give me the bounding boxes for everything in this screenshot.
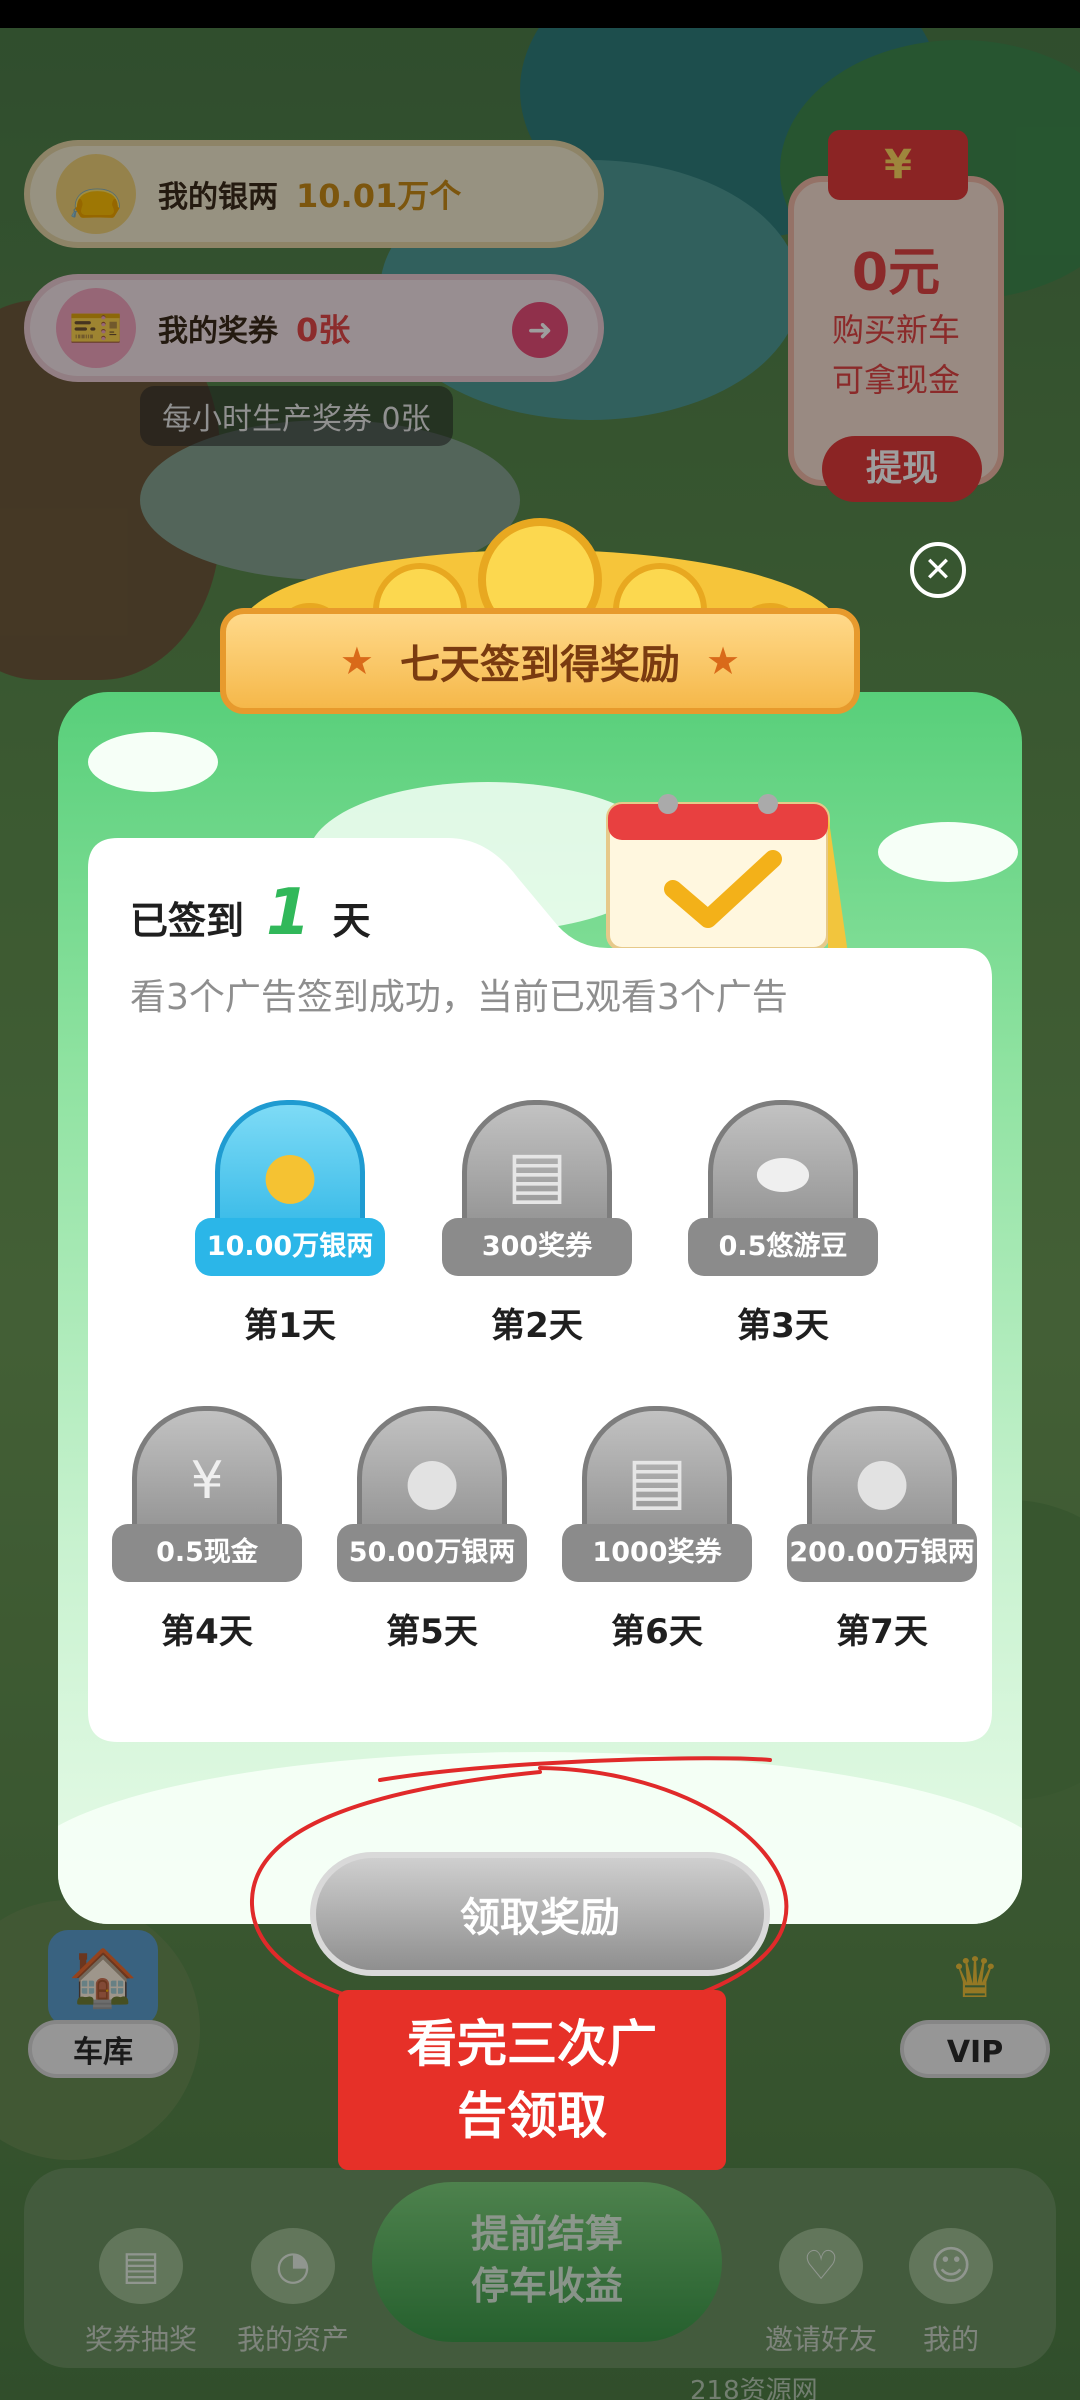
reward-amount: 10.00万银两: [195, 1218, 385, 1276]
day-label: 第3天: [737, 1306, 829, 1346]
day-reward-5: ● 50.00万银两 第5天: [337, 1406, 527, 1653]
star-icon: ★: [706, 639, 741, 683]
star-icon: ★: [339, 639, 374, 683]
checkin-hint: 看3个广告签到成功，当前已观看3个广告: [130, 977, 788, 1018]
modal-title: 七天签到得奖励: [400, 642, 680, 688]
day-label: 第4天: [161, 1612, 253, 1652]
day-label: 第5天: [386, 1612, 478, 1652]
day-label: 第6天: [611, 1612, 703, 1652]
annotation-line2: 告领取: [457, 2087, 607, 2145]
day-reward-7: ● 200.00万银两 第7天: [787, 1406, 977, 1653]
close-icon[interactable]: ✕: [910, 542, 966, 598]
signed-days: 已签到 1 天: [130, 876, 371, 956]
reward-amount: 300奖券: [442, 1218, 632, 1276]
reward-amount: 200.00万银两: [787, 1524, 977, 1582]
reward-amount: 1000奖券: [562, 1524, 752, 1582]
annotation-note: 看完三次广 告领取: [338, 1990, 726, 2170]
day-reward-3: ⬬ 0.5悠游豆 第3天: [688, 1100, 878, 1347]
signed-prefix: 已签到: [130, 899, 245, 943]
day-label: 第2天: [491, 1306, 583, 1346]
day-reward-1: ● 10.00万银两 第1天: [195, 1100, 385, 1347]
annotation-line1: 看完三次广: [407, 2015, 657, 2073]
day-label: 第1天: [244, 1306, 336, 1346]
reward-amount: 0.5现金: [112, 1524, 302, 1582]
day-label: 第7天: [836, 1612, 928, 1652]
signed-suffix: 天: [332, 899, 371, 943]
day-reward-2: ▤ 300奖券 第2天: [442, 1100, 632, 1347]
reward-amount: 50.00万银两: [337, 1524, 527, 1582]
signed-count: 1: [266, 876, 311, 950]
reward-amount: 0.5悠游豆: [688, 1218, 878, 1276]
day-reward-6: ▤ 1000奖券 第6天: [562, 1406, 752, 1653]
modal-title-banner: ★ 七天签到得奖励 ★: [220, 608, 860, 714]
day-reward-4: ¥ 0.5现金 第4天: [112, 1406, 302, 1653]
